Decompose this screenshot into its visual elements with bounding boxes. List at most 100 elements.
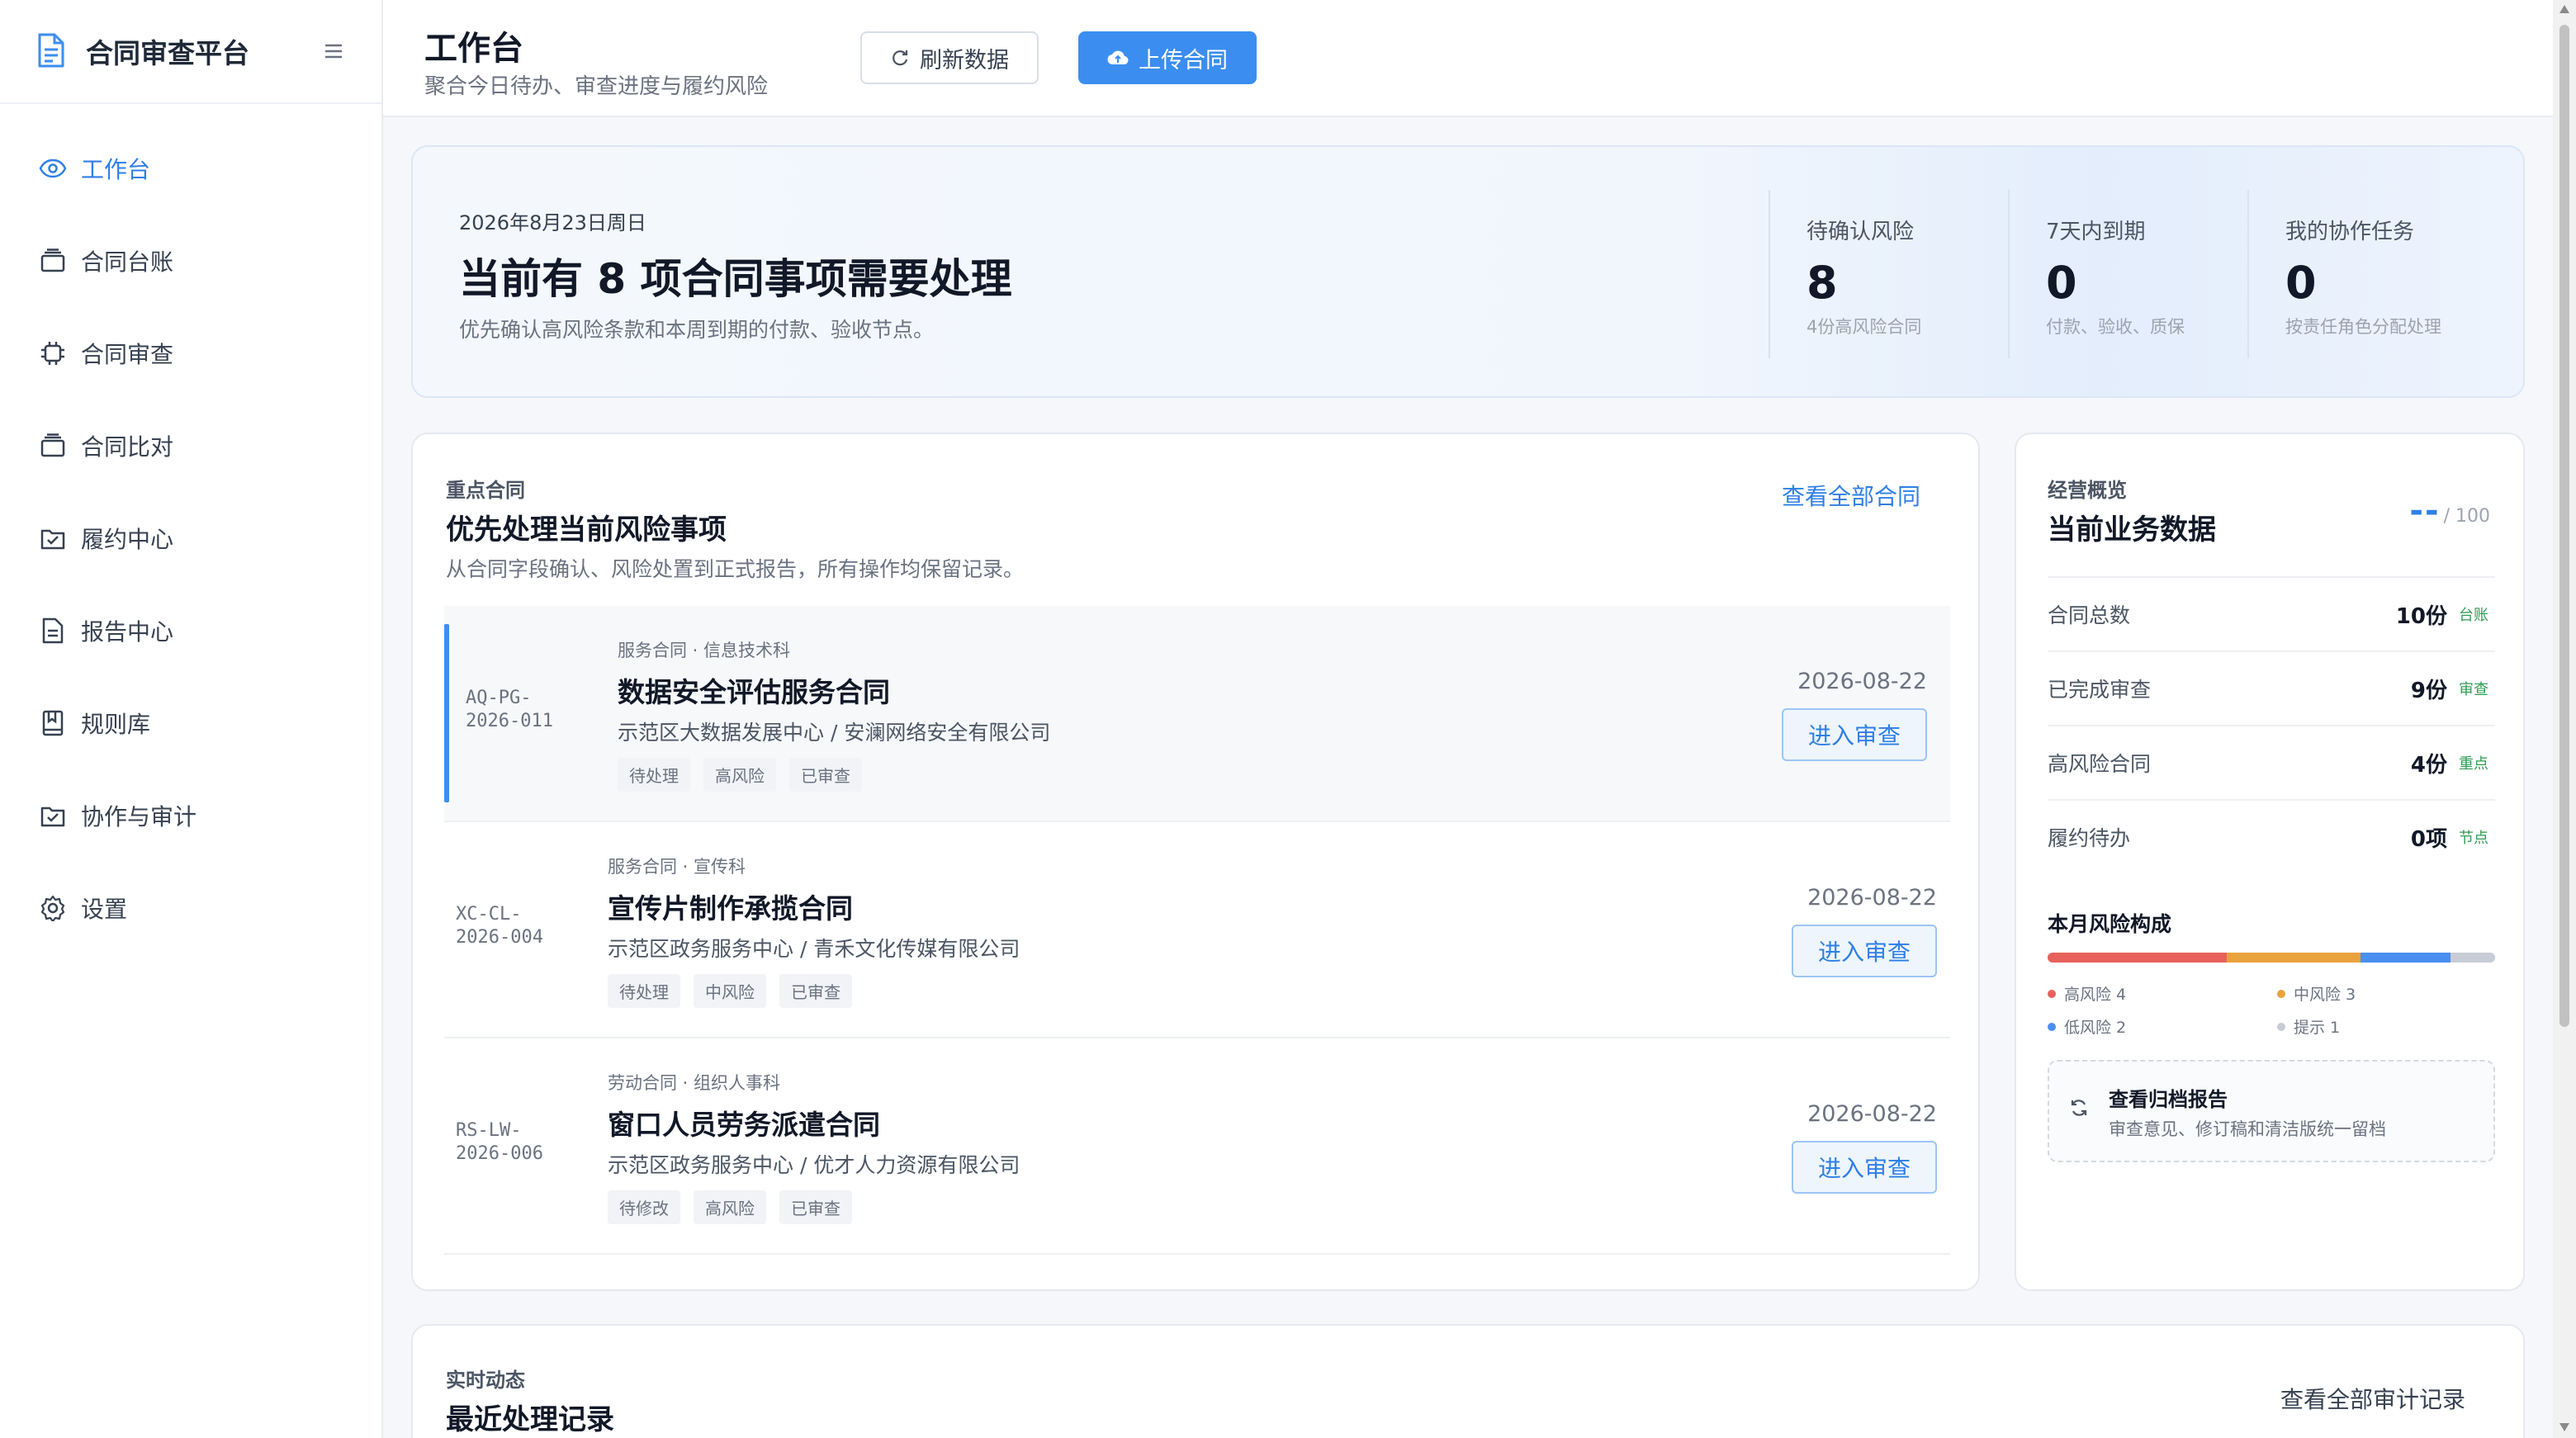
section-title: 最近处理记录: [446, 1403, 614, 1436]
score-suffix: / 100: [2443, 506, 2490, 527]
upload-label: 上传合同: [1139, 47, 1228, 73]
sidebar-item-ledger[interactable]: 合同台账: [0, 215, 381, 307]
page-subtitle: 聚合今日待办、审查进度与履约风险: [424, 74, 769, 99]
view-all-contracts-link[interactable]: 查看全部合同: [1782, 479, 1920, 512]
view-archive-report-button[interactable]: 查看归档报告 审查意见、修订稿和清洁版统一留档: [2048, 1060, 2495, 1162]
metric-tag: 台账: [2459, 607, 2488, 624]
refresh-button[interactable]: 刷新数据: [860, 31, 1039, 84]
sidebar-item-rules[interactable]: 规则库: [0, 677, 381, 769]
metric-fulfillment-todo[interactable]: 履约待办 0项 节点: [2048, 799, 2495, 873]
upload-contract-button[interactable]: 上传合同: [1078, 31, 1257, 84]
legend-dot: [2048, 989, 2056, 998]
legend-high-risk: 高风险 4: [2048, 982, 2126, 1005]
contract-parties: 示范区大数据发展中心 / 安澜网络安全有限公司: [618, 721, 1051, 745]
metric-label: 高风险合同: [2048, 752, 2152, 776]
gear-icon: [38, 893, 68, 923]
risk-segment-2: [2361, 953, 2451, 963]
section-title: 优先处理当前风险事项: [446, 513, 727, 546]
contract-row[interactable]: RS-LW- 2026-006 劳动合同 · 组织人事科 窗口人员劳务派遣合同 示…: [444, 1038, 1950, 1255]
enter-review-button[interactable]: 进入审查: [1792, 925, 1937, 977]
brand-name: 合同审查平台: [86, 37, 249, 69]
menu-collapse-icon[interactable]: [319, 36, 348, 66]
compare-icon: [38, 431, 68, 461]
key-contracts-card: 重点合同 优先处理当前风险事项 从合同字段确认、风险处置到正式报告，所有操作均保…: [411, 433, 1980, 1291]
section-kicker: 重点合同: [446, 479, 525, 502]
stat-my-tasks[interactable]: 我的协作任务 0 按责任角色分配处理: [2247, 190, 2441, 358]
refresh-label: 刷新数据: [920, 47, 1009, 73]
scroll-down-arrow[interactable]: [2559, 1423, 2569, 1431]
sidebar-item-reports[interactable]: 报告中心: [0, 584, 381, 677]
contract-meta: 服务合同 · 信息技术科: [618, 641, 791, 660]
metric-total-contracts[interactable]: 合同总数 10份 台账: [2048, 576, 2495, 650]
sidebar-item-audit[interactable]: 协作与审计: [0, 769, 381, 862]
sidebar-item-label: 设置: [81, 896, 128, 923]
legend-dot: [2048, 1022, 2056, 1031]
scroll-up-arrow[interactable]: [2559, 5, 2569, 13]
legend-medium-risk: 中风险 3: [2277, 982, 2356, 1005]
section-kicker: 经营概览: [2048, 479, 2127, 502]
contract-code: XC-CL- 2026-004: [456, 904, 543, 948]
risk-segment-1: [2226, 953, 2361, 963]
stat-due-7days[interactable]: 7天内到期 0 付款、验收、质保: [2008, 190, 2185, 358]
eye-icon: [38, 154, 68, 183]
scrollbar[interactable]: [2553, 0, 2576, 1438]
risk-composition-bar: [2048, 953, 2495, 963]
metric-label: 合同总数: [2048, 603, 2131, 627]
contract-code: AQ-PG- 2026-011: [466, 688, 553, 731]
contract-date: 2026-08-22: [1797, 669, 1927, 694]
enter-review-button[interactable]: 进入审查: [1782, 708, 1927, 761]
refresh-icon: [893, 50, 908, 66]
contract-tags: 待处理 中风险 已审查: [608, 974, 852, 1008]
legend-dot: [2277, 989, 2285, 998]
document-icon: [36, 33, 69, 69]
metric-tag: 节点: [2459, 830, 2488, 847]
recent-activity-card: 实时动态 最近处理记录 查看全部审计记录: [411, 1324, 2525, 1438]
sidebar-item-fulfillment[interactable]: 履约中心: [0, 492, 381, 584]
business-overview-card: 经营概览 当前业务数据 -- / 100 合同总数 10份 台账 已完成审查 9…: [2015, 433, 2525, 1291]
stat-value: 8: [1807, 257, 1838, 309]
sidebar-item-review[interactable]: 合同审查: [0, 307, 381, 400]
enter-review-button[interactable]: 进入审查: [1792, 1141, 1937, 1194]
legend-low-risk: 低风险 2: [2048, 1015, 2126, 1038]
hero-date: 2026年8月23日周日: [459, 211, 646, 234]
hero-banner: 2026年8月23日周日 当前有 8 项合同事项需要处理 优先确认高风险条款和本…: [411, 145, 2525, 398]
archive-title: 查看归档报告: [2109, 1088, 2228, 1111]
contract-parties: 示范区政务服务中心 / 优才人力资源有限公司: [608, 1153, 1020, 1177]
chip-icon: [38, 338, 68, 368]
score-value: --: [2409, 492, 2441, 530]
sidebar-item-label: 工作台: [81, 156, 151, 183]
metric-tag: 重点: [2459, 755, 2488, 773]
metric-reviewed[interactable]: 已完成审查 9份 审查: [2048, 650, 2495, 725]
cloud-upload-icon: [1107, 50, 1129, 65]
metric-label: 已完成审查: [2048, 678, 2152, 702]
status-tag: 待处理: [618, 758, 690, 792]
contract-meta: 服务合同 · 宣传科: [608, 857, 746, 877]
stat-note: 4份高风险合同: [1807, 317, 1922, 337]
contract-row[interactable]: XC-CL- 2026-004 服务合同 · 宣传科 宣传片制作承揽合同 示范区政…: [444, 822, 1950, 1038]
review-tag: 已审查: [779, 1190, 852, 1224]
contract-code: RS-LW- 2026-006: [456, 1120, 543, 1164]
sidebar-nav: 工作台 合同台账 合同审查 合同比对 履约中心 报告中心 规则库 协作与审计 设…: [0, 104, 381, 954]
status-tag: 待处理: [608, 974, 680, 1008]
risk-segment-0: [2048, 953, 2227, 963]
contract-tags: 待处理 高风险 已审查: [618, 758, 862, 792]
view-all-audit-link[interactable]: 查看全部审计记录: [2280, 1382, 2465, 1415]
contract-parties: 示范区政务服务中心 / 青禾文化传媒有限公司: [608, 937, 1020, 961]
legend-dot: [2277, 1022, 2285, 1031]
section-kicker: 实时动态: [446, 1369, 525, 1392]
stat-pending-risk[interactable]: 待确认风险 8 4份高风险合同: [1769, 190, 1921, 358]
risk-segment-3: [2450, 953, 2495, 963]
section-title: 当前业务数据: [2048, 513, 2216, 546]
refresh-icon: [2069, 1098, 2089, 1121]
review-tag: 已审查: [789, 758, 862, 792]
contract-row[interactable]: AQ-PG- 2026-011 服务合同 · 信息技术科 数据安全评估服务合同 示…: [444, 606, 1950, 822]
stat-label: 我的协作任务: [2285, 220, 2415, 244]
sidebar-item-settings[interactable]: 设置: [0, 862, 381, 954]
sidebar-item-compare[interactable]: 合同比对: [0, 400, 381, 492]
sidebar-item-label: 合同审查: [81, 341, 174, 368]
sidebar-item-label: 履约中心: [81, 526, 174, 553]
sidebar: 合同审查平台 工作台 合同台账 合同审查 合同比对 履约中心 报告中心 规则库 …: [0, 0, 383, 1438]
metric-high-risk[interactable]: 高风险合同 4份 重点: [2048, 725, 2495, 799]
sidebar-item-workbench[interactable]: 工作台: [0, 122, 381, 215]
scrollbar-thumb[interactable]: [2559, 25, 2569, 1027]
